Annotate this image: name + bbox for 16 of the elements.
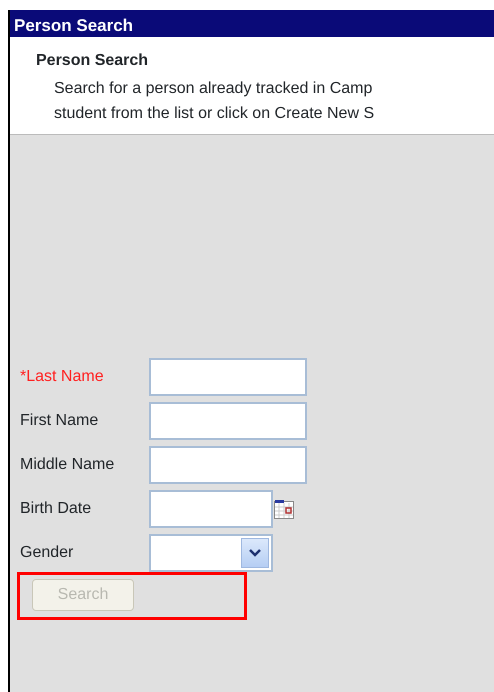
gender-dropdown[interactable] [149,534,273,572]
text-field[interactable] [149,402,307,440]
text-field[interactable] [149,358,307,396]
description-text: student from the list or click on Create New S [54,104,376,124]
field-label: Gender [20,543,74,564]
window-title: Person Search [10,10,494,37]
date-field[interactable] [149,490,273,528]
description-text: Search for a person already tracked in Camp [54,79,374,100]
section-heading: Person Search [36,51,150,70]
field-label: Birth Date [20,499,92,520]
calendar-icon[interactable] [274,499,294,520]
field-label: Middle Name [20,455,116,476]
chevron-down-icon [249,549,261,558]
field-label: First Name [20,411,100,432]
field-label: *Last Name [20,367,105,388]
text-field[interactable] [149,446,307,484]
